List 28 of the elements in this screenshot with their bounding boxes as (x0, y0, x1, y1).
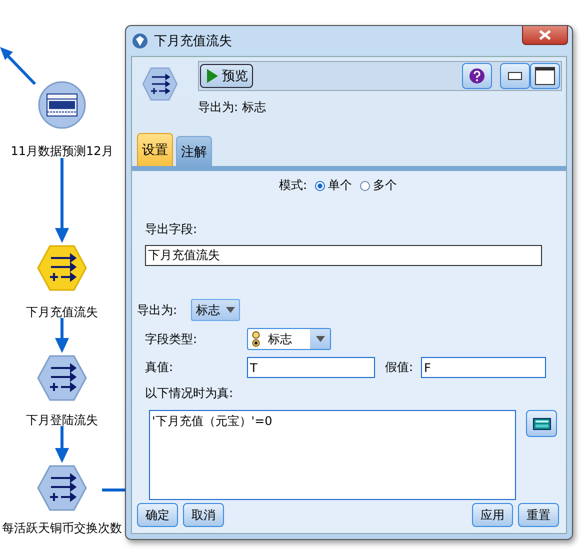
tab[interactable]: 设置 (137, 133, 173, 166)
derive-summary: 导出为: 标志 (198, 99, 267, 116)
dialog-button[interactable]: 取消 (183, 503, 224, 527)
derive-field-label: 导出字段: (145, 221, 198, 238)
window-title: 下月充值流失 (154, 33, 232, 50)
true-value-input[interactable]: T (247, 357, 375, 378)
derive-as-dropdown[interactable]: 标志 (191, 299, 240, 321)
field-type-label: 字段类型: (145, 330, 198, 348)
derive-as-label: 导出为: (137, 302, 178, 318)
mode-radio[interactable]: 多个 (360, 177, 398, 194)
false-value-label: 假值: (385, 359, 414, 376)
derive-field-input[interactable]: 下月充值流失 (145, 245, 542, 266)
dialog-button[interactable]: 重置 (518, 503, 559, 527)
true-value-label: 真值: (145, 359, 174, 376)
false-value-input[interactable]: F (421, 357, 546, 378)
field-type-dropdown[interactable]: 标志 (247, 328, 331, 350)
condition-textarea[interactable]: '下月充值（元宝）'=0 (149, 410, 516, 500)
tab[interactable]: 注解 (176, 136, 212, 166)
node-label: 11月数据预测12月 (10, 143, 114, 160)
node-label: 每活跃天铜币交换次数 (1, 520, 123, 537)
preview-button[interactable]: 预览 (200, 64, 253, 88)
mode-radio[interactable]: 单个 (315, 177, 352, 194)
dialog-button[interactable]: 应用 (472, 503, 513, 527)
mode-label: 模式: (278, 177, 308, 194)
condition-label: 以下情况时为真: (145, 385, 234, 402)
node-label: 下月登陆流失 (25, 412, 99, 429)
node-label: 下月充值流失 (25, 304, 99, 321)
dialog-button[interactable]: 确定 (137, 503, 178, 527)
